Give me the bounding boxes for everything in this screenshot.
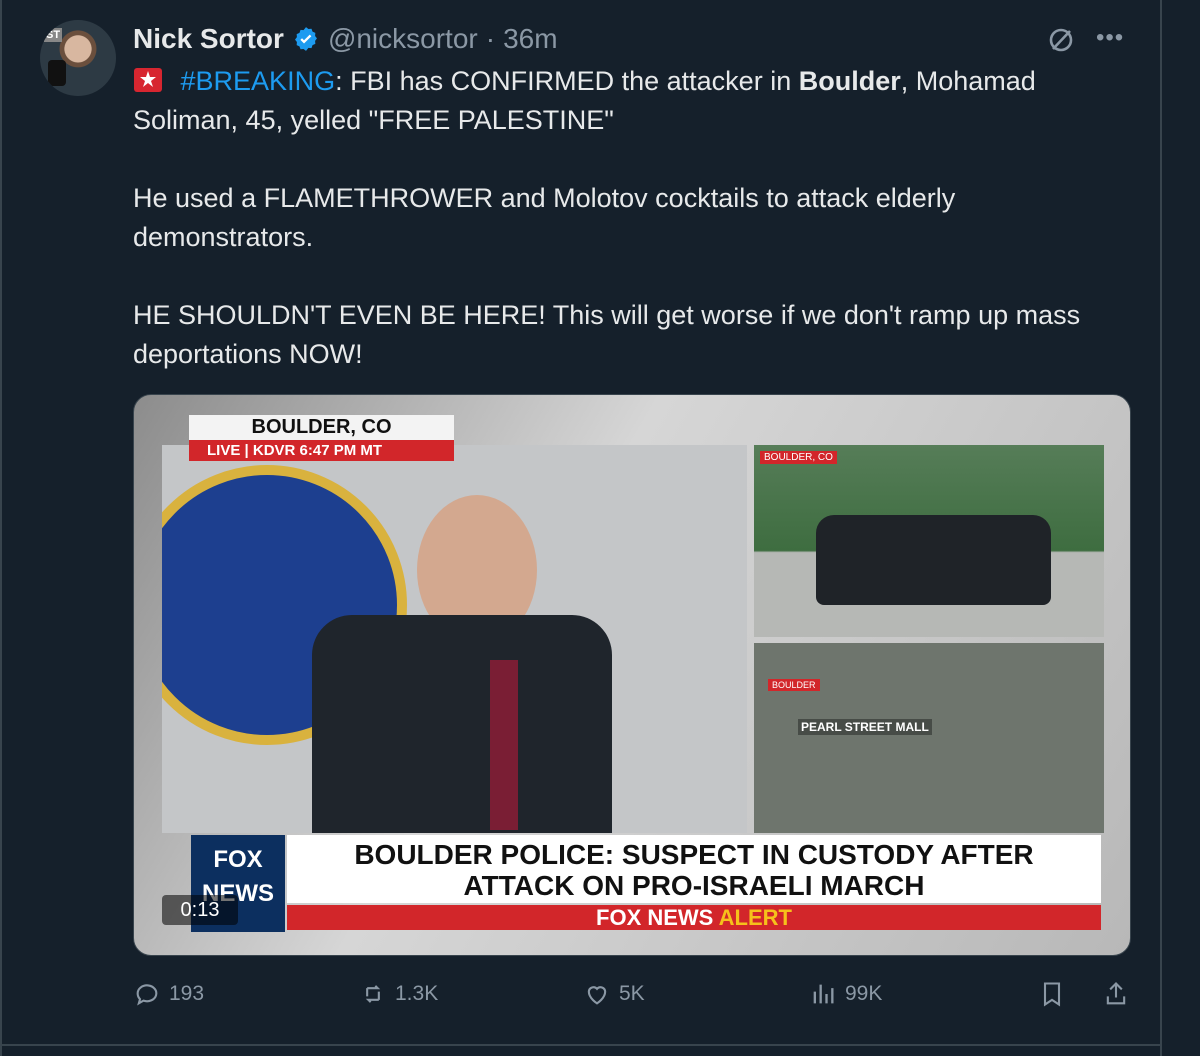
avatar[interactable]: ST: [40, 20, 116, 96]
views-button[interactable]: 99K: [809, 980, 882, 1008]
news-headline: BOULDER POLICE: SUSPECT IN CUSTODY AFTER…: [287, 835, 1101, 903]
share-icon: [1106, 982, 1126, 1005]
scene-video-inset: [754, 445, 1104, 637]
left-border: [0, 0, 2, 1056]
location-bug: BOULDER, CO LIVE | KDVR 6:47 PM MT: [189, 415, 454, 465]
tweet-paragraph-2: He used a FLAMETHROWER and Molotov cockt…: [133, 183, 956, 252]
reply-button[interactable]: 193: [133, 980, 204, 1008]
bottom-border: [0, 1044, 1160, 1046]
speaker-tie-graphic: [490, 660, 518, 830]
map-street-label: PEARL STREET MALL: [798, 719, 932, 735]
fox-news-alert-banner: FOX NEWS ALERT: [287, 905, 1101, 930]
avatar-badge: ST: [44, 28, 63, 42]
alert-right-text: ALERT: [718, 905, 792, 930]
tweet-line1-bold: Boulder: [798, 66, 901, 96]
verified-badge-icon: [294, 27, 317, 51]
header-separator: ·: [485, 23, 496, 54]
news-lower-third: FOX NEWS BOULDER POLICE: SUSPECT IN CUST…: [191, 835, 1101, 932]
right-border: [1160, 0, 1162, 1056]
headline-line-2: ATTACK ON PRO-ISRAELI MARCH: [463, 870, 925, 901]
video-time-indicator: 0:13: [162, 895, 238, 925]
bookmark-icon: [1043, 982, 1061, 1007]
post-time[interactable]: 36m: [503, 23, 557, 55]
author-handle[interactable]: @nicksortor: [328, 23, 478, 55]
reply-icon: [136, 984, 158, 1006]
map-city-label: BOULDER: [768, 679, 820, 691]
headline-line-1: BOULDER POLICE: SUSPECT IN CUSTODY AFTER: [354, 839, 1034, 870]
breaking-hashtag[interactable]: #BREAKING: [181, 66, 336, 96]
like-count: 5K: [619, 982, 645, 1005]
views-icon: [813, 984, 834, 1004]
like-button[interactable]: 5K: [583, 980, 645, 1008]
tweet-line1-prefix: : FBI has CONFIRMED the attacker in: [335, 66, 799, 96]
siren-icon: [134, 68, 162, 92]
view-count: 99K: [845, 982, 883, 1005]
tweet-header: Nick Sortor @nicksortor · 36m: [133, 20, 558, 58]
grok-icon[interactable]: [1046, 25, 1076, 55]
scene-location-label: BOULDER, CO: [760, 451, 837, 464]
tweet-paragraph-3: HE SHOULDN'T EVEN BE HERE! This will get…: [133, 300, 1081, 369]
repost-icon: [365, 985, 381, 1003]
microphone-icon: [48, 60, 66, 86]
author-name[interactable]: Nick Sortor: [133, 23, 284, 55]
police-car-graphic: [816, 515, 1051, 605]
speaker-body-graphic: [312, 615, 612, 833]
alert-left-text: FOX NEWS: [596, 905, 714, 930]
press-conference-video-panel: [162, 445, 747, 833]
like-icon: [587, 986, 607, 1005]
more-icon[interactable]: •••: [1096, 26, 1124, 52]
repost-count: 1.3K: [395, 982, 439, 1005]
reply-count: 193: [169, 982, 205, 1005]
tweet-text: #BREAKING: FBI has CONFIRMED the attacke…: [133, 62, 1113, 374]
location-text: BOULDER, CO: [189, 415, 454, 440]
tweet-paragraph-1: #BREAKING: FBI has CONFIRMED the attacke…: [133, 62, 1113, 140]
video-player[interactable]: BOULDER, CO LIVE | KDVR 6:47 PM MT BOULD…: [133, 394, 1131, 956]
share-button[interactable]: [1102, 980, 1130, 1008]
bookmark-button[interactable]: [1038, 980, 1066, 1008]
aerial-map-inset: [754, 643, 1104, 833]
live-bar: LIVE | KDVR 6:47 PM MT: [189, 440, 454, 461]
tweet-actions: 193 1.3K 5K 99K: [133, 980, 1129, 1016]
repost-button[interactable]: 1.3K: [359, 980, 438, 1008]
